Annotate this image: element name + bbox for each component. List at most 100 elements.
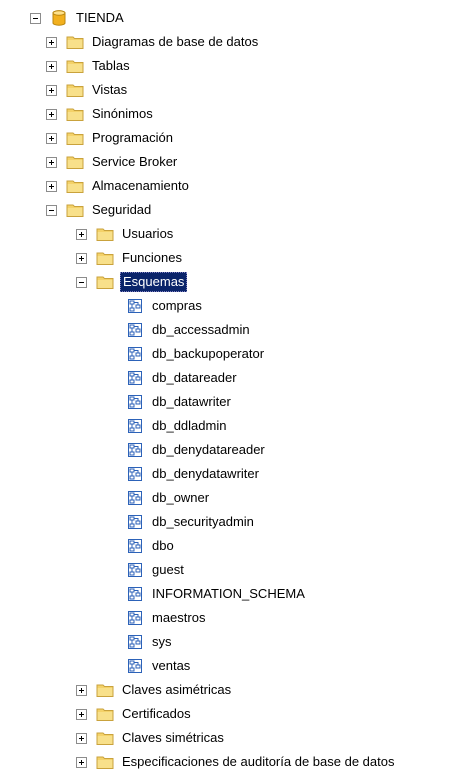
tree-node-label: db_denydatawriter [152, 466, 259, 481]
folder-icon [66, 156, 84, 169]
expand-icon[interactable] [76, 708, 87, 720]
folder-icon [66, 36, 84, 49]
schema-icon [128, 515, 142, 529]
schema-icon [128, 491, 142, 505]
expand-icon[interactable] [76, 684, 87, 696]
folder-icon [96, 732, 114, 745]
collapse-icon[interactable] [46, 204, 57, 216]
schema-icon [128, 563, 142, 577]
schema-icon [128, 371, 142, 385]
folder-icon [66, 204, 84, 217]
tree-node-label: compras [152, 298, 202, 313]
schema-icon [128, 635, 142, 649]
tree-node-label: guest [152, 562, 184, 577]
tree-node-label: db_accessadmin [152, 322, 250, 337]
schema-item-db_securityadmin[interactable]: db_securityadmin [106, 510, 256, 534]
expand-icon[interactable] [76, 756, 87, 768]
tree-node-claves-sim-tricas[interactable]: Claves simétricas [76, 726, 226, 750]
schema-item-db_ddladmin[interactable]: db_ddladmin [106, 414, 228, 438]
schema-item-information_schema[interactable]: INFORMATION_SCHEMA [106, 582, 307, 606]
tree-node-label: db_owner [152, 490, 210, 505]
tree-node-label: db_backupoperator [152, 346, 265, 361]
tree-node-usuarios[interactable]: Usuarios [76, 222, 175, 246]
tree-node-label: Sinónimos [92, 106, 153, 121]
tree-node-programaci-n[interactable]: Programación [46, 126, 175, 150]
tree-node-especificaciones-de-auditor-a-de-base-de-datos[interactable]: Especificaciones de auditoría de base de… [76, 750, 396, 774]
tree-node-claves-asim-tricas[interactable]: Claves asimétricas [76, 678, 233, 702]
schema-item-db_owner[interactable]: db_owner [106, 486, 211, 510]
schema-item-db_datawriter[interactable]: db_datawriter [106, 390, 233, 414]
schema-item-dbo[interactable]: dbo [106, 534, 176, 558]
tree-node-label: Service Broker [92, 154, 178, 169]
expand-icon[interactable] [46, 84, 57, 96]
expand-icon[interactable] [46, 132, 57, 144]
schema-icon [128, 299, 142, 313]
expand-icon[interactable] [46, 156, 57, 168]
expand-icon[interactable] [46, 36, 57, 48]
schema-item-db_denydatawriter[interactable]: db_denydatawriter [106, 462, 261, 486]
schema-item-maestros[interactable]: maestros [106, 606, 207, 630]
tree-node-label: db_denydatareader [152, 442, 265, 457]
collapse-icon[interactable] [30, 12, 41, 24]
folder-icon [66, 108, 84, 121]
tree-node-diagramas-de-base-de-datos[interactable]: Diagramas de base de datos [46, 30, 260, 54]
tree-node-sin-nimos[interactable]: Sinónimos [46, 102, 155, 126]
tree-node-tienda[interactable]: TIENDA [30, 6, 126, 30]
schema-item-db_accessadmin[interactable]: db_accessadmin [106, 318, 252, 342]
tree-node-funciones[interactable]: Funciones [76, 246, 184, 270]
tree-node-label: Usuarios [122, 226, 174, 241]
expand-icon[interactable] [76, 732, 87, 744]
schema-item-guest[interactable]: guest [106, 558, 186, 582]
tree-node-vistas[interactable]: Vistas [46, 78, 129, 102]
schema-item-compras[interactable]: compras [106, 294, 204, 318]
schema-icon [128, 419, 142, 433]
tree-node-label: maestros [152, 610, 206, 625]
tree-node-label: Seguridad [92, 202, 152, 217]
expand-icon[interactable] [46, 60, 57, 72]
tree-node-label: Especificaciones de auditoría de base de… [122, 754, 395, 769]
schema-icon [128, 467, 142, 481]
folder-icon [66, 84, 84, 97]
tree-node-almacenamiento[interactable]: Almacenamiento [46, 174, 191, 198]
expand-icon[interactable] [46, 180, 57, 192]
expand-icon[interactable] [46, 108, 57, 120]
tree-node-label: dbo [152, 538, 174, 553]
tree-node-label: Almacenamiento [92, 178, 189, 193]
schema-icon [128, 587, 142, 601]
folder-icon [96, 276, 114, 289]
tree-node-tablas[interactable]: Tablas [46, 54, 132, 78]
tree-node-label: db_datawriter [152, 394, 231, 409]
expand-icon[interactable] [76, 228, 87, 240]
expand-icon[interactable] [76, 252, 87, 264]
tree-node-label: db_datareader [152, 370, 237, 385]
tree-node-label: db_securityadmin [152, 514, 254, 529]
folder-icon [66, 180, 84, 193]
schema-icon [128, 611, 142, 625]
tree-node-certificados[interactable]: Certificados [76, 702, 193, 726]
tree-node-label: Esquemas [120, 272, 188, 292]
folder-icon [96, 684, 114, 697]
schema-icon [128, 539, 142, 553]
folder-icon [96, 228, 114, 241]
tree-node-esquemas[interactable]: Esquemas [76, 270, 188, 294]
schema-icon [128, 659, 142, 673]
collapse-icon[interactable] [76, 276, 87, 288]
schema-item-db_denydatareader[interactable]: db_denydatareader [106, 438, 267, 462]
schema-item-sys[interactable]: sys [106, 630, 174, 654]
tree-node-service-broker[interactable]: Service Broker [46, 150, 179, 174]
schema-item-db_backupoperator[interactable]: db_backupoperator [106, 342, 266, 366]
schema-item-db_datareader[interactable]: db_datareader [106, 366, 239, 390]
schema-item-ventas[interactable]: ventas [106, 654, 192, 678]
tree-node-seguridad[interactable]: Seguridad [46, 198, 153, 222]
schema-icon [128, 443, 142, 457]
